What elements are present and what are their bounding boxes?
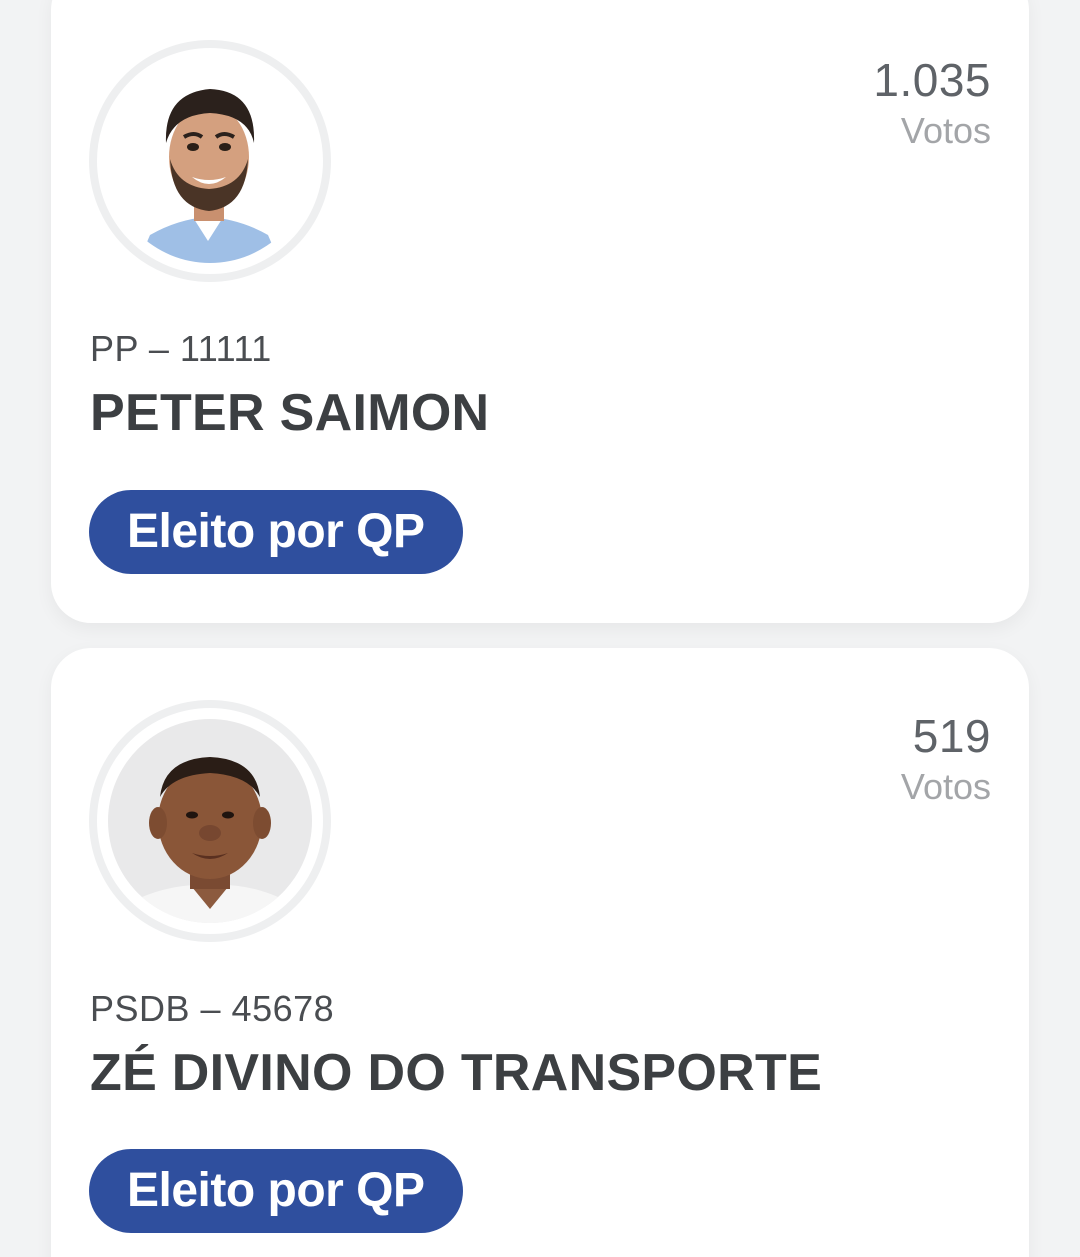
votes-block: 519 Votos	[901, 708, 991, 810]
votes-block: 1.035 Votos	[873, 52, 991, 154]
candidate-list: 1.035 Votos PP – 11111 PETER SAIMON Elei…	[0, 0, 1080, 1257]
votes-count: 1.035	[873, 54, 991, 106]
candidate-card[interactable]: 1.035 Votos PP – 11111 PETER SAIMON Elei…	[51, 0, 1029, 623]
party-number: PSDB – 45678	[90, 988, 335, 1029]
votes-label: Votos	[900, 766, 991, 807]
avatar-frame	[89, 700, 331, 942]
candidate-avatar	[108, 719, 312, 923]
candidate-avatar	[108, 59, 312, 263]
votes-count: 519	[912, 710, 991, 762]
candidate-name: PETER SAIMON	[90, 384, 490, 442]
elected-status-badge: Eleito por QP	[89, 490, 463, 574]
votes-label: Votos	[900, 110, 991, 151]
avatar-frame	[89, 40, 331, 282]
elected-status-badge: Eleito por QP	[89, 1149, 463, 1233]
candidate-photo-2	[108, 719, 312, 923]
candidate-name: ZÉ DIVINO DO TRANSPORTE	[90, 1044, 823, 1102]
party-number: PP – 11111	[90, 328, 272, 369]
candidate-card[interactable]: 519 Votos PSDB – 45678 ZÉ DIVINO DO TRAN…	[51, 648, 1029, 1257]
candidate-photo-1	[108, 59, 312, 263]
